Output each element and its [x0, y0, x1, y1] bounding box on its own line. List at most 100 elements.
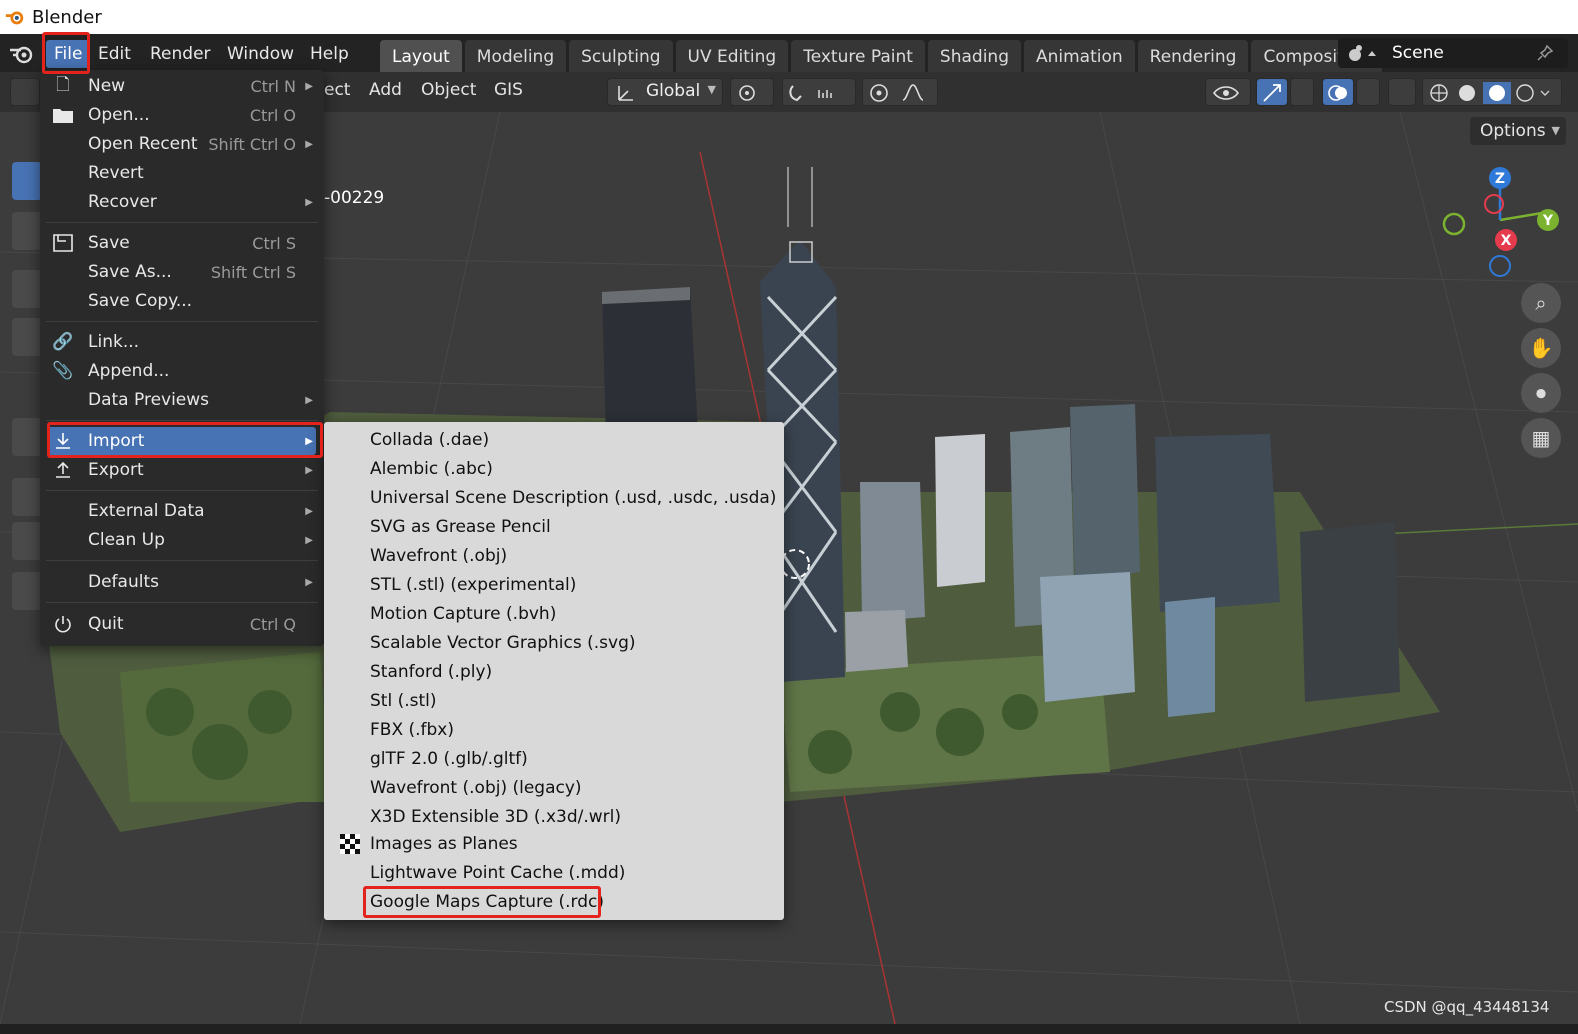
import-x3d[interactable]: X3D Extensible 3D (.x3d/.wrl) — [370, 803, 621, 831]
tab-uv-editing[interactable]: UV Editing — [675, 40, 789, 72]
tab-sculpting[interactable]: Sculpting — [569, 40, 673, 72]
save-icon — [48, 229, 78, 257]
gizmo-toggle[interactable] — [1256, 78, 1288, 106]
menu-window[interactable]: Window — [219, 40, 302, 68]
import-google-maps-capture[interactable]: Google Maps Capture (.rdc) — [370, 888, 604, 916]
menu-separator — [46, 222, 318, 223]
menu-object[interactable]: Object — [421, 80, 476, 100]
shading-mode-group[interactable] — [1422, 78, 1562, 106]
submenu-arrow-icon: ▶ — [305, 435, 313, 447]
file-menu-open-recent[interactable]: Open Recent Shift Ctrl O ▶ — [48, 130, 316, 158]
pivot-point-dropdown[interactable] — [730, 78, 774, 106]
file-menu-quit[interactable]: Quit Ctrl Q — [48, 610, 316, 638]
file-menu-export[interactable]: Export ▶ — [48, 456, 316, 484]
window-titlebar: Blender — [0, 0, 1578, 34]
move-tool[interactable] — [12, 270, 42, 308]
scene-selector[interactable]: Scene — [1338, 38, 1568, 68]
hand-pan-icon[interactable]: ✋ — [1521, 328, 1561, 368]
import-alembic[interactable]: Alembic (.abc) — [370, 455, 493, 483]
cursor-tool[interactable] — [12, 212, 42, 250]
chevron-down-icon: ▼ — [1551, 124, 1560, 137]
import-stl[interactable]: Stl (.stl) — [370, 687, 437, 715]
file-menu-defaults[interactable]: Defaults ▶ — [48, 568, 316, 596]
new-file-icon: 🗋 — [56, 74, 70, 95]
overlay-dropdown[interactable] — [1356, 78, 1380, 106]
file-menu-save[interactable]: Save Ctrl S — [48, 229, 316, 257]
import-wavefront-obj[interactable]: Wavefront (.obj) — [370, 542, 507, 570]
import-stl-experimental[interactable]: STL (.stl) (experimental) — [370, 571, 576, 599]
gizmo-dropdown[interactable] — [1290, 78, 1314, 106]
menu-help[interactable]: Help — [302, 40, 357, 68]
file-menu-recover[interactable]: Recover ▶ — [48, 188, 316, 216]
transform-orientation-dropdown[interactable]: Global ▼ — [607, 78, 723, 106]
proportional-editing-toggle[interactable] — [862, 78, 938, 106]
transform-tool[interactable] — [12, 418, 42, 456]
import-usd[interactable]: Universal Scene Description (.usd, .usdc… — [370, 484, 776, 512]
submenu-arrow-icon: ▶ — [305, 80, 313, 92]
tab-rendering[interactable]: Rendering — [1137, 40, 1249, 72]
zoom-icon[interactable]: ⌕ — [1521, 283, 1561, 323]
power-icon — [48, 610, 78, 638]
annotate-tool[interactable] — [12, 478, 42, 516]
menu-separator — [46, 420, 318, 421]
tab-layout[interactable]: Layout — [380, 40, 462, 72]
import-gltf[interactable]: glTF 2.0 (.glb/.gltf) — [370, 745, 528, 773]
menu-file[interactable]: File — [46, 40, 91, 68]
menu-add[interactable]: Add — [369, 80, 402, 100]
eye-icon — [1212, 86, 1240, 100]
tab-shading[interactable]: Shading — [927, 40, 1021, 72]
file-menu-clean-up[interactable]: Clean Up ▶ — [48, 526, 316, 554]
add-cube-tool[interactable] — [12, 572, 42, 610]
import-wavefront-legacy[interactable]: Wavefront (.obj) (legacy) — [370, 774, 582, 802]
select-tool[interactable] — [12, 162, 42, 200]
file-menu-import[interactable]: Import ▶ — [48, 427, 316, 455]
blender-menu-icon[interactable] — [8, 42, 36, 66]
xray-toggle[interactable] — [1388, 78, 1416, 106]
file-menu-save-as[interactable]: Save As... Shift Ctrl S — [48, 258, 316, 286]
file-menu-link[interactable]: 🔗 Link... — [48, 328, 316, 356]
submenu-arrow-icon: ▶ — [305, 576, 313, 588]
visibility-dropdown[interactable] — [1205, 78, 1251, 106]
menu-object-partial[interactable]: ect — [324, 80, 350, 100]
menu-render[interactable]: Render — [142, 40, 219, 68]
navigation-gizmo[interactable]: Z Y X — [1436, 162, 1560, 282]
menu-separator — [46, 321, 318, 322]
file-menu-revert[interactable]: Revert — [48, 159, 316, 187]
import-lightwave-mdd[interactable]: Lightwave Point Cache (.mdd) — [370, 859, 625, 887]
menu-gis[interactable]: GIS — [494, 80, 523, 100]
snap-toggle[interactable] — [782, 78, 856, 106]
options-dropdown[interactable]: Options ▼ — [1470, 117, 1566, 145]
overlay-toggle[interactable] — [1322, 78, 1354, 106]
editor-type-button[interactable] — [10, 78, 40, 106]
file-menu-open[interactable]: Open... Ctrl O — [48, 101, 316, 129]
import-fbx[interactable]: FBX (.fbx) — [370, 716, 454, 744]
gizmo-x-label: X — [1501, 233, 1512, 249]
import-stanford-ply[interactable]: Stanford (.ply) — [370, 658, 492, 686]
grid-perspective-icon[interactable]: ▦ — [1521, 418, 1561, 458]
file-menu-external-data[interactable]: External Data ▶ — [48, 497, 316, 525]
file-menu-data-previews[interactable]: Data Previews ▶ — [48, 386, 316, 414]
import-images-as-planes[interactable]: Images as Planes — [370, 830, 518, 858]
orientation-icon — [618, 86, 633, 101]
measure-tool[interactable] — [12, 522, 42, 560]
shading-mode-icons — [1430, 82, 1550, 104]
import-svg-grease-pencil[interactable]: SVG as Grease Pencil — [370, 513, 551, 541]
tab-texture-paint[interactable]: Texture Paint — [791, 40, 925, 72]
file-menu-new[interactable]: 🗋 New Ctrl N ▶ — [48, 72, 316, 100]
scene-name: Scene — [1392, 43, 1444, 63]
watermark-text: CSDN @qq_43448134 — [1384, 998, 1550, 1016]
orientation-label: Global — [646, 81, 701, 101]
rotate-tool[interactable] — [12, 318, 42, 356]
pin-icon[interactable] — [1536, 44, 1554, 62]
import-svg[interactable]: Scalable Vector Graphics (.svg) — [370, 629, 636, 657]
status-bar — [0, 1024, 1578, 1034]
camera-icon[interactable]: ⏺ — [1521, 373, 1561, 413]
menu-separator — [46, 602, 318, 603]
import-collada[interactable]: Collada (.dae) — [370, 426, 489, 454]
import-motion-capture[interactable]: Motion Capture (.bvh) — [370, 600, 556, 628]
tab-animation[interactable]: Animation — [1023, 40, 1135, 72]
file-menu-save-copy[interactable]: Save Copy... — [48, 287, 316, 315]
menu-edit[interactable]: Edit — [90, 40, 139, 68]
file-menu-append[interactable]: 📎 Append... — [48, 357, 316, 385]
tab-modeling[interactable]: Modeling — [464, 40, 567, 72]
